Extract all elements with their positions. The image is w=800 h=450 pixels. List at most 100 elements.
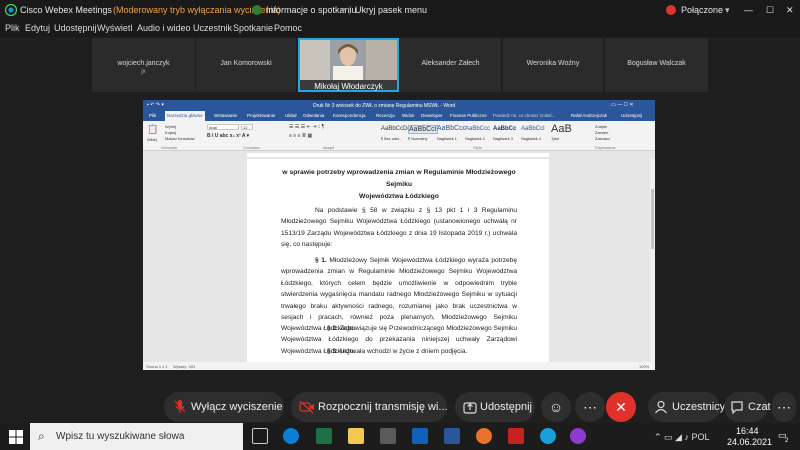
tell-me-box[interactable]: Powiedz mi, co chcesz zrobić... <box>493 113 556 118</box>
shared-word-window: ▪ ↶ ↷ ▾ Druk Nr 3 wniosek do ZWŁ o zmian… <box>143 100 655 370</box>
share-button[interactable]: Udostępnij <box>455 392 535 422</box>
hide-menu-link[interactable]: Ukryj pasek menu <box>355 5 427 15</box>
maximize-icon[interactable]: ☐ <box>766 5 774 16</box>
webex-menu-bar: Plik Edytuj Udostępnij Wyświetl Audio i … <box>0 20 800 37</box>
document-page[interactable]: w sprawie potrzeby wprowadzenia zmian w … <box>247 159 549 362</box>
tab-korespondencja[interactable]: Korespondencja <box>333 113 366 118</box>
paragraph-2-label: § 2. <box>327 325 339 332</box>
paste-icon[interactable]: 📋 <box>147 124 158 135</box>
menu-edytuj[interactable]: Edytuj <box>25 23 50 33</box>
menu-spotkanie[interactable]: Spotkanie <box>233 23 273 33</box>
search-input[interactable]: Wpisz tu wyszukiwane słowa <box>56 431 184 442</box>
menu-audio-wideo[interactable]: Audio i wideo <box>137 23 191 33</box>
style-preview[interactable]: AaBbCcc <box>437 125 466 132</box>
taskbar-search[interactable]: ⌕ Wpisz tu wyszukiwane słowa <box>30 423 243 450</box>
edge-icon[interactable] <box>283 428 299 444</box>
select-button[interactable]: Zaznacz <box>595 136 610 141</box>
start-video-button[interactable]: Rozpocznij transmisję wi... <box>291 392 448 422</box>
menu-pomoc[interactable]: Pomoc <box>274 23 302 33</box>
copy-button[interactable]: Kopiuj <box>165 130 176 135</box>
menu-uczestnik[interactable]: Uczestnik <box>193 23 232 33</box>
unmute-button[interactable]: Wyłącz wyciszenie <box>164 392 284 422</box>
style-name: Nagłówek 4 <box>521 137 541 141</box>
word-window-controls[interactable]: ▭ — ☐ ✕ <box>611 102 634 108</box>
group-label-paragraph: Akapit <box>323 145 335 150</box>
tab-uklad[interactable]: Układ <box>285 113 297 118</box>
firefox-icon[interactable] <box>476 428 492 444</box>
active-speaker-tile[interactable]: Mikołaj Włodarczyk <box>298 38 399 92</box>
style-preview[interactable]: AaBbCcc <box>465 126 490 132</box>
find-button[interactable]: Znajdź <box>595 124 607 129</box>
tab-odwolania[interactable]: Odwołania <box>303 113 324 118</box>
font-name-select[interactable]: Arial <box>207 124 239 130</box>
word-user-name: Rafał Andrzejczak <box>571 113 608 118</box>
paragraph-3-text: Uchwała wchodzi w życie z dniem podjęcia… <box>339 348 468 355</box>
file-explorer-icon[interactable] <box>348 428 364 444</box>
tab-plik[interactable]: Plik <box>149 113 156 118</box>
menu-plik[interactable]: Plik <box>5 23 20 33</box>
paste-button[interactable]: Wklej <box>147 137 157 142</box>
format-painter-button[interactable]: Malarz formatów <box>165 136 195 141</box>
tab-widok[interactable]: Widok <box>402 113 415 118</box>
tab-deweloper[interactable]: Deweloper <box>421 113 443 118</box>
webex-logo-icon <box>5 4 17 16</box>
task-view-icon[interactable] <box>252 428 268 444</box>
connection-dropdown-icon[interactable]: ▾ <box>725 5 730 16</box>
bold-italic-underline[interactable]: B I U abc x₂ x² A ▾ <box>207 133 249 139</box>
style-preview[interactable]: AaB <box>551 123 572 135</box>
tab-wstawianie[interactable]: Wstawianie <box>214 113 237 118</box>
cut-button[interactable]: Wytnij <box>165 124 176 129</box>
participant-tile[interactable]: Aleksander Załech <box>400 38 501 92</box>
styles-gallery[interactable]: AaBbCcDc AaBbCcI AaBbCcc AaBbCcc AaBbCc … <box>379 123 579 143</box>
acrobat-icon[interactable] <box>508 428 524 444</box>
participant-tile[interactable]: Bogusław Walczak <box>605 38 708 92</box>
font-size-select[interactable]: 12 <box>241 124 253 130</box>
tray-icons[interactable]: ⌃ ▭ ◢ ♪ POL <box>654 432 709 443</box>
menu-wyswietl[interactable]: Wyświetl <box>97 23 132 33</box>
paragraph-controls[interactable]: ☰ ☰ ☰ ⇤ ⇥ ↕ ¶ <box>289 124 324 130</box>
participant-tile[interactable]: wojciech.janczyk jx <box>92 38 195 92</box>
save-icon[interactable]: ▪ ↶ ↷ ▾ <box>147 102 164 108</box>
participant-tile[interactable]: Weronika Woźny <box>503 38 603 92</box>
more-options-icon[interactable]: ⋯ <box>575 392 605 422</box>
taskbar-time: 16:44 <box>736 426 759 436</box>
replace-button[interactable]: Zamień <box>595 130 608 135</box>
style-preview[interactable]: AaBbCcI <box>521 126 545 132</box>
menu-udostepnij[interactable]: Udostępnij <box>54 23 97 33</box>
webex-taskbar-icon[interactable] <box>540 428 556 444</box>
participant-name: wojciech.janczyk <box>117 60 170 67</box>
alignment-controls[interactable]: ≡ ≡ ≡ ≣ ▦ <box>289 133 312 139</box>
participants-button[interactable]: Uczestnicy <box>648 392 725 422</box>
vertical-scrollbar[interactable] <box>650 159 655 362</box>
tab-narzedzia-glowne[interactable]: Narzędzia główne <box>165 111 205 121</box>
app-icon[interactable] <box>570 428 586 444</box>
zoom-level[interactable]: 100% <box>639 364 649 369</box>
participant-name: Aleksander Załech <box>421 60 480 67</box>
tab-finanse[interactable]: Finanse Publiczne <box>450 113 487 118</box>
excel-icon[interactable] <box>316 428 332 444</box>
participant-sub: jx <box>141 69 146 75</box>
reactions-icon[interactable]: ☺ <box>541 392 571 422</box>
style-preview[interactable]: AaBbCc <box>493 126 516 132</box>
webex-title-bar: Cisco Webex Meetings (Moderowany tryb wy… <box>0 0 800 20</box>
microphone-muted-icon <box>174 400 186 413</box>
store-icon[interactable] <box>380 428 396 444</box>
participant-tile[interactable]: Jan Komorowski <box>196 38 296 92</box>
tab-recenzja[interactable]: Recenzja <box>376 113 395 118</box>
chat-button[interactable]: Czat <box>724 392 771 422</box>
close-icon[interactable]: ✕ <box>786 5 794 16</box>
tab-projektowanie[interactable]: Projektowanie <box>247 113 275 118</box>
outlook-icon[interactable] <box>412 428 428 444</box>
style-name: Tytuł <box>551 137 560 141</box>
chat-more-icon[interactable]: ⋯ <box>772 392 796 422</box>
minimize-icon[interactable]: — <box>744 5 753 15</box>
end-meeting-icon[interactable]: ✕ <box>606 392 636 422</box>
word-share-button[interactable]: Udostępnij <box>621 113 642 118</box>
word-icon[interactable] <box>444 428 460 444</box>
windows-start-icon[interactable] <box>9 430 23 444</box>
info-icon <box>252 5 262 15</box>
style-preview[interactable]: AaBbCcI <box>408 125 438 134</box>
style-preview[interactable]: AaBbCcDc <box>381 126 410 132</box>
chevron-down-icon[interactable]: ▾ <box>341 5 346 16</box>
scrollbar-thumb[interactable] <box>651 189 654 249</box>
